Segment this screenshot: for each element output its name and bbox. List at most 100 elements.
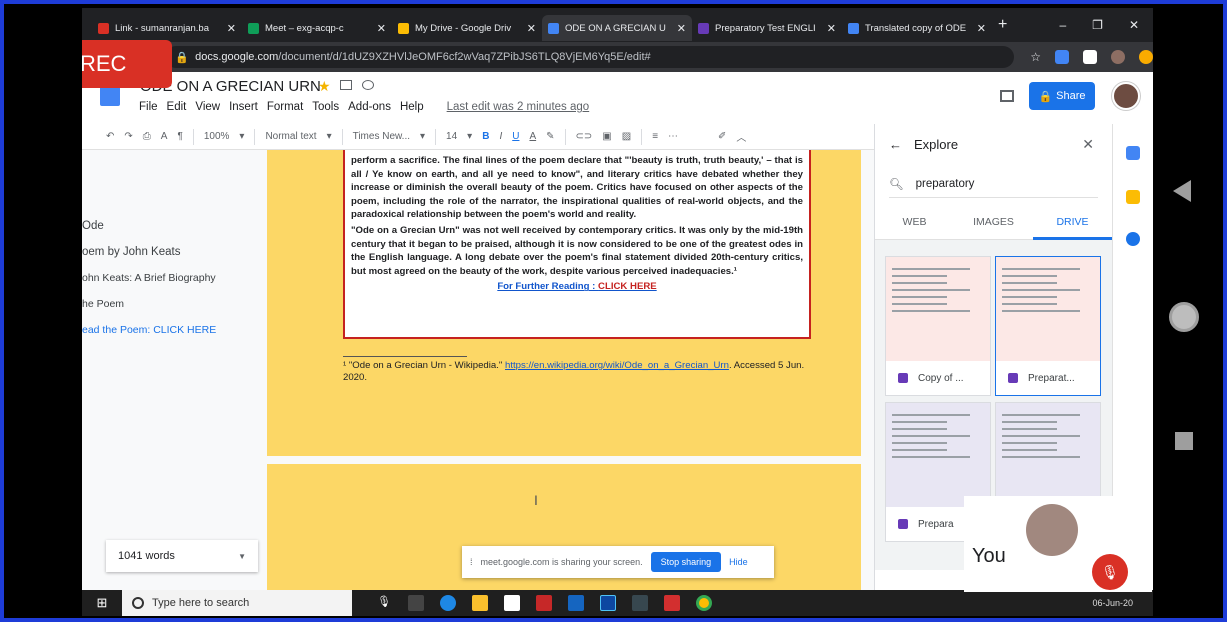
- tab-images[interactable]: IMAGES: [954, 204, 1033, 240]
- menu-view[interactable]: View: [195, 101, 220, 113]
- taskbar-search-field[interactable]: Type here to search: [122, 590, 352, 616]
- more-icon[interactable]: ⋯: [668, 131, 678, 142]
- back-icon[interactable]: [1173, 180, 1191, 202]
- photos-icon[interactable]: [632, 595, 648, 611]
- close-tab-icon[interactable]: ✕: [527, 22, 536, 35]
- calendar-icon[interactable]: [1126, 146, 1140, 160]
- edge-icon[interactable]: [440, 595, 456, 611]
- chevron-down-icon[interactable]: ▾: [239, 131, 244, 142]
- footnote-link[interactable]: https://en.wikipedia.org/wiki/Ode_on_a_G…: [505, 360, 729, 371]
- comment-history-icon[interactable]: [1000, 90, 1014, 102]
- microphone-icon[interactable]: 🎙︎: [376, 595, 392, 611]
- move-folder-icon[interactable]: [340, 80, 352, 90]
- word-count-widget[interactable]: 1041 words ▼: [106, 540, 258, 572]
- browser-tab[interactable]: My Drive - Google Driv ✕: [392, 15, 542, 41]
- browser-tab[interactable]: ODE ON A GRECIAN U ✕: [542, 15, 692, 41]
- tab-drive[interactable]: DRIVE: [1033, 204, 1112, 240]
- close-tab-icon[interactable]: ✕: [677, 22, 686, 35]
- keep-icon[interactable]: [1126, 190, 1140, 204]
- redo-icon[interactable]: ↷: [124, 131, 132, 142]
- update-icon[interactable]: [1139, 50, 1153, 64]
- bold-button[interactable]: B: [482, 131, 489, 142]
- mcafee-icon[interactable]: [536, 595, 552, 611]
- click-here-link[interactable]: CLICK HERE: [598, 281, 657, 292]
- hide-button[interactable]: Hide: [729, 557, 748, 567]
- chevron-down-icon[interactable]: ▼: [238, 552, 246, 561]
- menu-addons[interactable]: Add-ons: [348, 101, 391, 113]
- font-select[interactable]: Times New...: [353, 131, 410, 142]
- share-button[interactable]: 🔒 Share: [1029, 82, 1095, 110]
- star-icon[interactable]: ★: [318, 78, 331, 95]
- photoshop-icon[interactable]: [600, 595, 616, 611]
- bookmark-star-icon[interactable]: ☆: [1030, 50, 1041, 64]
- menu-file[interactable]: File: [139, 101, 158, 113]
- outline-item[interactable]: he Poem: [82, 298, 267, 310]
- text-color-button[interactable]: A: [529, 131, 536, 142]
- zoom-select[interactable]: 100%: [204, 131, 230, 142]
- close-tab-icon[interactable]: ✕: [977, 22, 986, 35]
- account-avatar[interactable]: [1112, 82, 1140, 110]
- last-edit-link[interactable]: Last edit was 2 minutes ago: [447, 101, 590, 113]
- extension-search-icon[interactable]: [1055, 50, 1069, 64]
- outline-item[interactable]: oem by John Keats: [82, 246, 267, 258]
- back-arrow-icon[interactable]: ←: [889, 137, 902, 152]
- app-icon[interactable]: [664, 595, 680, 611]
- spellcheck-icon[interactable]: A: [161, 131, 168, 142]
- menu-tools[interactable]: Tools: [312, 101, 339, 113]
- recents-icon[interactable]: [1175, 432, 1193, 450]
- browser-tab[interactable]: Preparatory Test ENGLI ✕: [692, 15, 842, 41]
- menu-edit[interactable]: Edit: [167, 101, 187, 113]
- align-icon[interactable]: ≡: [652, 131, 658, 142]
- minimize-icon[interactable]: –: [1059, 18, 1066, 32]
- outline-item[interactable]: ohn Keats: A Brief Biography: [82, 272, 267, 284]
- browser-tab[interactable]: Translated copy of ODE ✕: [842, 15, 992, 41]
- browser-tab[interactable]: Link - sumanranjan.ba ✕: [92, 15, 242, 41]
- mail-icon[interactable]: [568, 595, 584, 611]
- chevron-down-icon[interactable]: ▾: [420, 131, 425, 142]
- close-icon[interactable]: ✕: [1082, 136, 1094, 153]
- underline-button[interactable]: U: [512, 131, 519, 142]
- extension-doc-icon[interactable]: [1083, 50, 1097, 64]
- outline-item[interactable]: Ode: [82, 220, 267, 232]
- editing-mode-icon[interactable]: ✐: [718, 131, 726, 142]
- tab-web[interactable]: WEB: [875, 204, 954, 240]
- italic-button[interactable]: I: [499, 131, 502, 142]
- menu-format[interactable]: Format: [267, 101, 303, 113]
- menu-insert[interactable]: Insert: [229, 101, 258, 113]
- profile-avatar[interactable]: [1111, 50, 1125, 64]
- maximize-icon[interactable]: ❐: [1092, 18, 1103, 32]
- task-view-icon[interactable]: [408, 595, 424, 611]
- explore-search-input[interactable]: 🔍︎ preparatory: [889, 170, 1098, 198]
- comment-icon[interactable]: ▣: [602, 131, 611, 142]
- highlight-icon[interactable]: ✎: [546, 131, 554, 142]
- store-icon[interactable]: [504, 595, 520, 611]
- link-icon[interactable]: ⊂⊃: [576, 131, 593, 142]
- font-size-select[interactable]: 14: [446, 131, 457, 142]
- windows-start-icon[interactable]: ⊞: [82, 595, 122, 611]
- undo-icon[interactable]: ↶: [106, 131, 114, 142]
- result-card[interactable]: Copy of ...: [885, 256, 991, 396]
- close-icon[interactable]: ✕: [1129, 18, 1139, 32]
- chevron-down-icon[interactable]: ▾: [467, 131, 472, 142]
- paint-format-icon[interactable]: ¶: [177, 131, 182, 142]
- image-icon[interactable]: ▨: [622, 131, 631, 142]
- outline-item[interactable]: ead the Poem: CLICK HERE: [82, 324, 267, 336]
- result-card[interactable]: Preparat...: [995, 256, 1101, 396]
- close-tab-icon[interactable]: ✕: [827, 22, 836, 35]
- tasks-icon[interactable]: [1126, 232, 1140, 246]
- new-tab-icon[interactable]: +: [998, 16, 1007, 34]
- drag-handle-icon[interactable]: ⁞: [470, 557, 473, 567]
- print-icon[interactable]: ⎙: [143, 131, 151, 142]
- file-explorer-icon[interactable]: [472, 595, 488, 611]
- style-select[interactable]: Normal text: [265, 131, 316, 142]
- home-icon[interactable]: [1169, 302, 1199, 332]
- mic-muted-icon[interactable]: 🎙︎: [1092, 554, 1128, 590]
- further-reading-link[interactable]: For Further Reading : CLICK HERE: [351, 280, 803, 294]
- bordered-text-box[interactable]: perform a sacrifice. The final lines of …: [343, 150, 811, 339]
- chrome-icon[interactable]: [696, 595, 712, 611]
- menu-help[interactable]: Help: [400, 101, 424, 113]
- result-card[interactable]: [995, 402, 1101, 508]
- close-tab-icon[interactable]: ✕: [377, 22, 386, 35]
- close-tab-icon[interactable]: ✕: [227, 22, 236, 35]
- chevron-down-icon[interactable]: ▾: [327, 131, 332, 142]
